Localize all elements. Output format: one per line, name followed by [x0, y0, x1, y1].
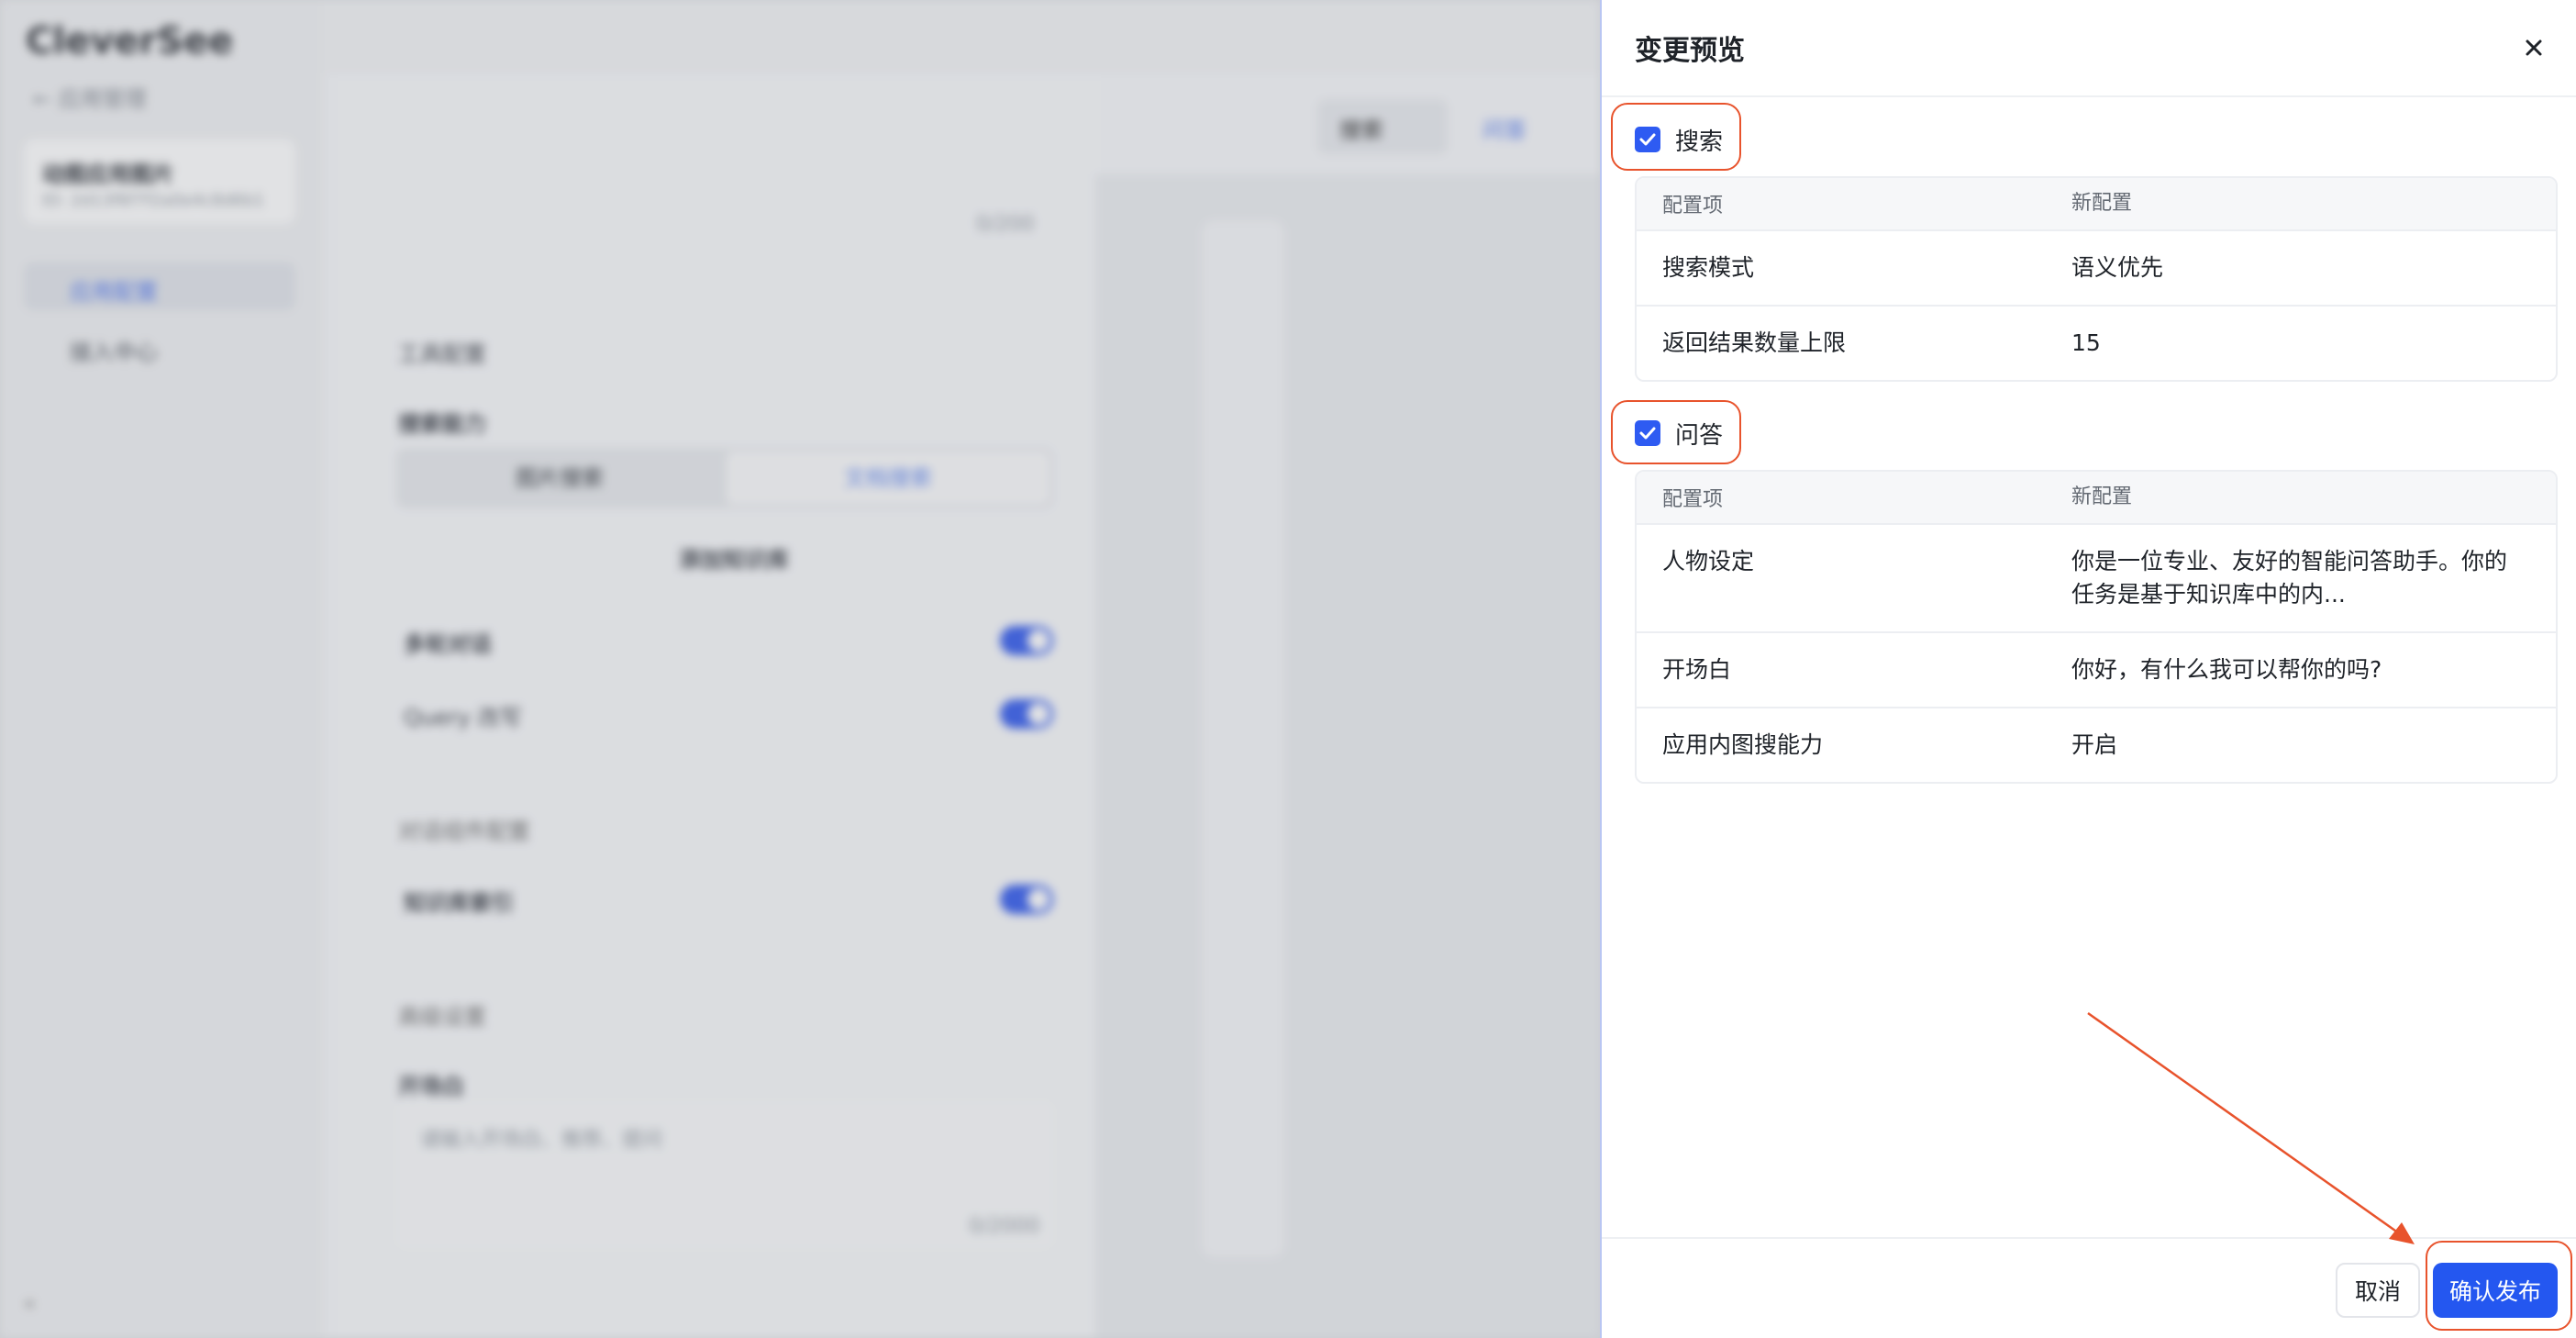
column-header-new-value: 新配置 [2071, 485, 2133, 508]
change-preview-drawer: 变更预览 搜索 配置项 新配置 搜索模式 语义优先 返回结果数量上限 15 问答 [1600, 0, 2576, 1338]
confirm-publish-button[interactable]: 确认发布 [2433, 1263, 2558, 1318]
search-checkbox[interactable] [1635, 127, 1660, 152]
table-row: 人物设定 你是一位专业、友好的智能问答助手。你的任务是基于知识库中的内... [1637, 525, 2556, 633]
config-value: 你好，有什么我可以帮你的吗? [2071, 656, 2382, 683]
config-value: 你是一位专业、友好的智能问答助手。你的任务是基于知识库中的内... [2071, 548, 2508, 608]
column-header-item: 配置项 [1662, 195, 1724, 217]
config-value: 开启 [2071, 731, 2118, 758]
config-item: 搜索模式 [1662, 254, 1755, 281]
cancel-button[interactable]: 取消 [2336, 1263, 2420, 1318]
qa-changes-table: 配置项 新配置 人物设定 你是一位专业、友好的智能问答助手。你的任务是基于知识库… [1635, 470, 2558, 784]
checkmark-icon [1639, 427, 1656, 440]
config-value: 语义优先 [2071, 254, 2164, 281]
section-toggle-qa[interactable]: 问答 [1635, 415, 1723, 452]
qa-checkbox[interactable] [1635, 420, 1660, 446]
table-row: 搜索模式 语义优先 [1637, 231, 2556, 307]
config-item: 开场白 [1662, 656, 1732, 683]
column-header-item: 配置项 [1662, 488, 1724, 511]
table-row: 返回结果数量上限 15 [1637, 307, 2556, 380]
table-row: 应用内图搜能力 开启 [1637, 708, 2556, 782]
config-value: 15 [2071, 329, 2101, 356]
table-row: 开场白 你好，有什么我可以帮你的吗? [1637, 633, 2556, 708]
modal-overlay[interactable] [0, 0, 1600, 1338]
drawer-title: 变更预览 [1635, 35, 1745, 67]
section-label-search: 搜索 [1675, 128, 1724, 156]
checkmark-icon [1639, 133, 1656, 146]
section-label-qa: 问答 [1675, 421, 1724, 450]
config-item: 返回结果数量上限 [1662, 329, 1847, 356]
search-changes-table: 配置项 新配置 搜索模式 语义优先 返回结果数量上限 15 [1635, 176, 2558, 382]
section-toggle-search[interactable]: 搜索 [1635, 121, 1723, 158]
footer-divider [1602, 1237, 2576, 1239]
table-header: 配置项 新配置 [1637, 178, 2556, 231]
table-header: 配置项 新配置 [1637, 472, 2556, 525]
header-divider [1602, 95, 2576, 97]
config-item: 人物设定 [1662, 548, 1755, 574]
column-header-new-value: 新配置 [2071, 192, 2133, 215]
config-item: 应用内图搜能力 [1662, 731, 1824, 758]
close-button[interactable] [2514, 28, 2554, 68]
close-icon [2526, 39, 2542, 56]
